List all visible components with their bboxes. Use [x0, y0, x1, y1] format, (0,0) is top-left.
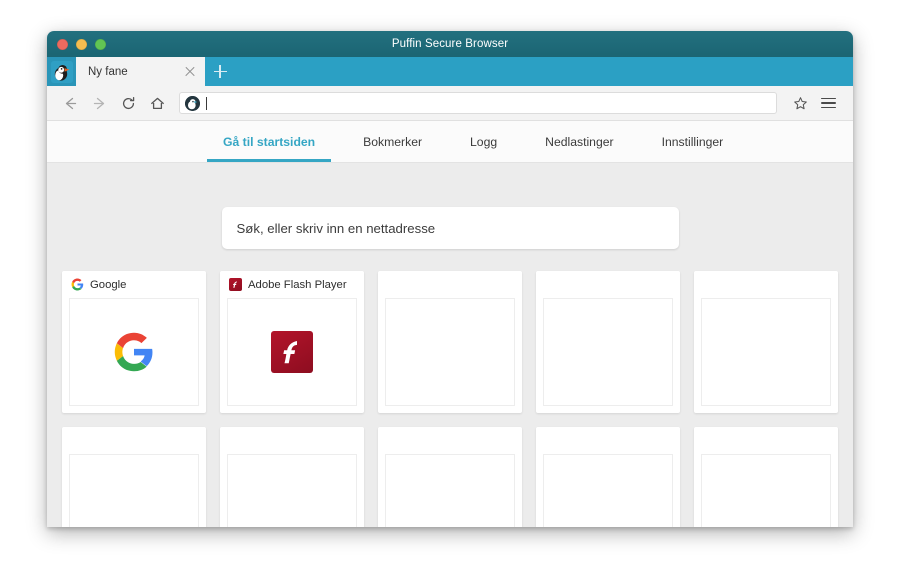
tile-header: Google: [62, 271, 206, 298]
tile-header: [62, 427, 206, 454]
speed-dial-tile-empty[interactable]: [378, 427, 522, 527]
minimize-window-button[interactable]: [76, 39, 87, 50]
screenshot-root: Puffin Secure Browser: [0, 0, 900, 587]
tile-header: [536, 427, 680, 454]
puffin-logo-icon: [47, 57, 76, 86]
adobe-flash-icon: [229, 278, 242, 291]
forward-button[interactable]: [86, 90, 112, 116]
hamburger-menu-icon: [821, 107, 836, 109]
tile-preview: [701, 298, 831, 406]
tile-header: [378, 427, 522, 454]
star-icon: [793, 96, 808, 111]
browser-tab[interactable]: Ny fane: [76, 57, 205, 86]
navigation-toolbar: [47, 86, 853, 121]
speed-dial-tile-adobe-flash-player[interactable]: Adobe Flash Player: [220, 271, 364, 413]
window-title: Puffin Secure Browser: [47, 38, 853, 50]
reload-button[interactable]: [115, 90, 141, 116]
google-g-icon-large: [113, 331, 155, 373]
hamburger-menu-button[interactable]: [815, 90, 841, 116]
tile-header: [378, 271, 522, 298]
speed-dial-tile-empty[interactable]: [536, 271, 680, 413]
tab-go-to-homepage[interactable]: Gå til startsiden: [199, 121, 339, 162]
tab-downloads[interactable]: Nedlastinger: [521, 121, 637, 162]
tile-header: [694, 271, 838, 298]
page-tabs: Gå til startsiden Bokmerker Logg Nedlast…: [47, 121, 853, 163]
new-tab-button[interactable]: [205, 57, 235, 86]
maximize-window-button[interactable]: [95, 39, 106, 50]
search-input[interactable]: Søk, eller skriv inn en nettadresse: [222, 207, 679, 249]
close-icon[interactable]: [183, 65, 197, 79]
title-bar: Puffin Secure Browser: [47, 31, 853, 57]
address-bar[interactable]: [179, 92, 777, 114]
speed-dial-tile-empty[interactable]: [536, 427, 680, 527]
forward-arrow-icon: [91, 95, 108, 112]
close-window-button[interactable]: [57, 39, 68, 50]
tile-preview: [385, 298, 515, 406]
puffin-favicon-glyph: [185, 96, 200, 111]
speed-dial-tile-google[interactable]: Google: [62, 271, 206, 413]
puffin-bird-icon: [51, 61, 73, 83]
tile-preview: [227, 454, 357, 527]
puffin-favicon-icon: [185, 96, 200, 111]
tile-preview: [69, 454, 199, 527]
speed-dial-tile-empty[interactable]: [378, 271, 522, 413]
back-arrow-icon: [62, 95, 79, 112]
tile-preview: [701, 454, 831, 527]
speed-dial-tile-empty[interactable]: [220, 427, 364, 527]
tab-title: Ny fane: [88, 66, 183, 78]
tile-preview: [543, 454, 673, 527]
search-placeholder: Søk, eller skriv inn en nettadresse: [237, 221, 436, 236]
new-tab-page: Søk, eller skriv inn en nettadresse Goog…: [47, 163, 853, 527]
tab-strip: Ny fane: [47, 57, 853, 86]
tab-history[interactable]: Logg: [446, 121, 521, 162]
speed-dial-tile-empty[interactable]: [694, 427, 838, 527]
search-area: Søk, eller skriv inn en nettadresse: [47, 163, 853, 271]
speed-dial-tile-empty[interactable]: [694, 271, 838, 413]
hamburger-menu-icon: [821, 102, 836, 104]
window-controls: [57, 39, 106, 50]
back-button[interactable]: [57, 90, 83, 116]
text-cursor: [206, 97, 207, 110]
home-icon: [149, 95, 166, 112]
flash-f-glyph: [231, 280, 240, 289]
tab-settings[interactable]: Innstillinger: [638, 121, 748, 162]
tile-title: Google: [90, 279, 126, 291]
browser-window: Puffin Secure Browser: [47, 31, 853, 527]
tile-preview: [543, 298, 673, 406]
tile-header: [536, 271, 680, 298]
hamburger-menu-icon: [821, 98, 836, 100]
tile-header: [220, 427, 364, 454]
tile-preview: [69, 298, 199, 406]
tile-header: [694, 427, 838, 454]
reload-icon: [120, 95, 137, 112]
speed-dial-tile-empty[interactable]: [62, 427, 206, 527]
tile-preview: [385, 454, 515, 527]
google-g-icon: [71, 278, 84, 291]
tab-bookmarks[interactable]: Bokmerker: [339, 121, 446, 162]
flash-f-glyph-large: [277, 337, 307, 367]
tile-title: Adobe Flash Player: [248, 279, 347, 291]
adobe-flash-icon-large: [271, 331, 313, 373]
speed-dial-grid: Google: [47, 271, 853, 527]
tile-preview: [227, 298, 357, 406]
home-button[interactable]: [144, 90, 170, 116]
bookmark-button[interactable]: [788, 91, 812, 115]
tile-header: Adobe Flash Player: [220, 271, 364, 298]
